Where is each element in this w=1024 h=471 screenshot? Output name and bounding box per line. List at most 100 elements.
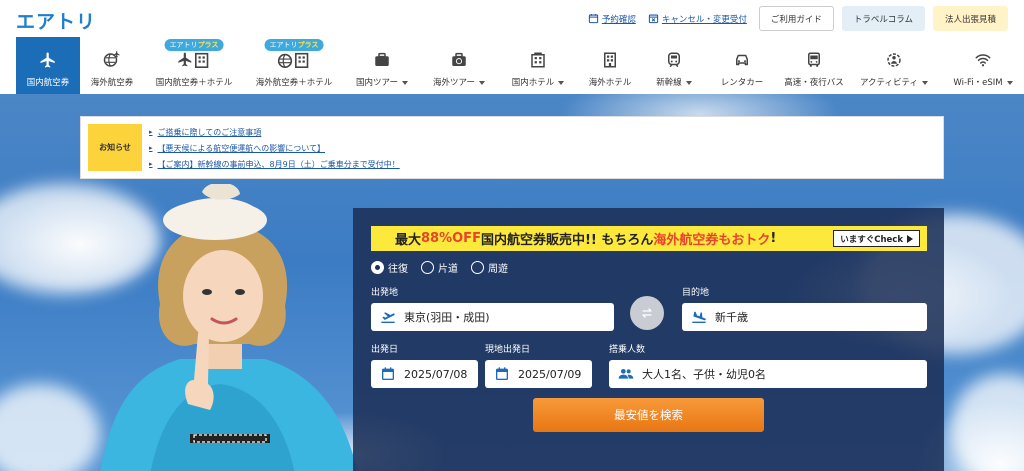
swap-airports-button[interactable] (630, 296, 664, 330)
origin-field[interactable]: 東京(羽田・成田) (371, 303, 614, 331)
suitcase-globe-icon (448, 51, 470, 69)
departure-plane-icon (381, 312, 395, 323)
radio-label: 片道 (438, 264, 458, 275)
nav-domestic-flight-hotel[interactable]: エアトリプラス 国内航空券＋ホテル (144, 37, 244, 94)
nav-label: 新幹線 (656, 76, 692, 88)
airtrip-plus-badge: エアトリプラス (164, 39, 224, 51)
chevron-down-icon (479, 80, 485, 85)
globe-plane-icon (101, 51, 123, 69)
hotel-icon (527, 51, 549, 69)
search-cheapest-button[interactable]: 最安値を検索 (533, 398, 764, 432)
site-logo[interactable]: エアトリ (16, 7, 96, 34)
nav-domestic-tours[interactable]: 国内ツアー (344, 37, 420, 94)
nav-shinkansen[interactable]: 新幹線 (642, 37, 706, 94)
check-now-button[interactable]: いますぐCheck (833, 230, 920, 247)
bus-icon (803, 51, 825, 69)
nav-intl-tours[interactable]: 海外ツアー (420, 37, 498, 94)
nav-domestic-flights[interactable]: 国内航空券 (16, 37, 80, 94)
promo-banner[interactable]: 最大 88%OFF 国内航空券販売中!! もちろん 海外航空券もおトク! いますぐC… (371, 226, 927, 251)
activity-icon (883, 51, 905, 69)
chevron-down-icon (402, 80, 408, 85)
notice-item[interactable]: ▸ 【悪天候による航空便運航への影響について】 (149, 140, 400, 156)
cancel-change-label: キャンセル・変更受付 (661, 14, 747, 25)
destination-label: 目的地 (682, 288, 710, 298)
nav-intl-flight-hotel[interactable]: エアトリプラス 海外航空券＋ホテル (244, 37, 344, 94)
passengers-field[interactable]: 大人1名、子供・幼児0名 (609, 360, 927, 388)
promo-text: 最大 (395, 233, 422, 248)
calendar-icon (496, 367, 508, 380)
destination-field[interactable]: 新千歳 (682, 303, 927, 331)
hero-section: お知らせ ▸ ご搭乗に際してのご注意事項 ▸ 【悪天候による航空便運航への影響につい… (0, 94, 1024, 471)
notice-list: ▸ ご搭乗に際してのご注意事項 ▸ 【悪天候による航空便運航への影響について】 ▸ 【… (149, 124, 400, 172)
cloud-decoration (950, 374, 1024, 471)
arrival-plane-icon (692, 311, 706, 323)
trip-type-oneway[interactable]: 片道 (421, 260, 458, 275)
plane-icon (37, 51, 59, 69)
passengers-value: 大人1名、子供・幼児0名 (642, 368, 766, 381)
travel-column-button[interactable]: トラベルコラム (841, 6, 925, 31)
chevron-right-icon: ▸ (149, 128, 153, 136)
suitcase-icon (371, 51, 393, 69)
chevron-right-icon: ▸ (149, 160, 153, 168)
passengers-label: 搭乗人数 (609, 345, 646, 355)
trip-type-round[interactable]: 往復 (371, 260, 408, 275)
promo-highlight: 88%OFF (421, 231, 481, 246)
building-icon (599, 51, 621, 69)
nav-label: 国内航空券＋ホテル (155, 78, 233, 88)
nav-label: アクティビティ (860, 76, 929, 88)
main-nav: 国内航空券 海外航空券 エアトリプラス 国内航空券＋ホテル エアトリプラス 海外… (16, 37, 1013, 94)
chevron-down-icon (685, 80, 692, 85)
promo-highlight: 海外航空券もおトク (653, 233, 771, 248)
notice-text: 【悪天候による航空便運航への影響について】 (157, 143, 326, 153)
depart-date-label: 出発日 (371, 345, 399, 355)
nav-label: レンタカー (720, 78, 764, 88)
nav-label: 国内ツアー (356, 76, 408, 88)
notice-item[interactable]: ▸ 【ご案内】新幹線の事前申込、8月9日（土）ご乗車分まで受付中！ (149, 156, 400, 172)
nav-intl-hotels[interactable]: 海外ホテル (578, 37, 642, 94)
return-date-field[interactable]: 2025/07/09 (485, 360, 592, 388)
airtrip-plus-badge: エアトリプラス (264, 39, 324, 51)
cloud-decoration (0, 384, 100, 471)
calendar-icon (588, 14, 598, 24)
reservation-check-link[interactable]: 予約確認 (588, 13, 636, 25)
notice-text: ご搭乗に際してのご注意事項 (157, 127, 262, 137)
car-icon (731, 51, 753, 69)
chevron-right-icon: ▸ (149, 144, 153, 152)
corporate-quote-button[interactable]: 法人出張見積 (932, 6, 1008, 31)
nav-wifi-esim[interactable]: Wi-Fi・eSIM (938, 37, 1024, 94)
radio-label: 往復 (388, 264, 408, 275)
chevron-down-icon (558, 80, 565, 85)
top-bar: エアトリ 予約確認 キャンセル・変更受付 ご利用ガイド トラベルコラム 法人出張… (0, 0, 1024, 36)
trip-type-group: 往復 片道 周遊 (371, 260, 508, 275)
nav-label: 国内航空券 (26, 78, 70, 88)
radio-label: 周遊 (488, 264, 508, 275)
chevron-down-icon (922, 80, 929, 85)
nav-intl-flights[interactable]: 海外航空券 (80, 37, 144, 94)
cancel-change-link[interactable]: キャンセル・変更受付 (648, 13, 747, 25)
nav-domestic-hotels[interactable]: 国内ホテル (498, 37, 578, 94)
nav-highway-bus[interactable]: 高速・夜行バス (778, 37, 850, 94)
usage-guide-button[interactable]: ご利用ガイド (758, 6, 834, 31)
notice-label: お知らせ (88, 124, 142, 171)
radio-unchecked-icon (471, 261, 484, 274)
return-date-label: 現地出発日 (485, 345, 531, 355)
people-icon (618, 369, 634, 379)
nav-label: 高速・夜行バス (784, 78, 844, 88)
destination-value: 新千歳 (715, 311, 748, 324)
wifi-icon (972, 51, 994, 69)
radio-unchecked-icon (421, 261, 434, 274)
notice-item[interactable]: ▸ ご搭乗に際してのご注意事項 (149, 124, 400, 140)
nav-rental-car[interactable]: レンタカー (706, 37, 778, 94)
nav-label: 国内ホテル (512, 76, 565, 88)
radio-checked-icon (371, 261, 384, 274)
notice-box: お知らせ ▸ ご搭乗に際してのご注意事項 ▸ 【悪天候による航空便運航への影響につい… (80, 116, 944, 179)
nav-activities[interactable]: アクティビティ (850, 37, 938, 94)
depart-date-field[interactable]: 2025/07/08 (371, 360, 478, 388)
promo-text: ! (770, 231, 777, 246)
origin-value: 東京(羽田・成田) (404, 311, 490, 324)
swap-arrows-icon (642, 308, 652, 318)
nav-label: 海外ツアー (433, 76, 485, 88)
nav-label: 海外航空券 (90, 78, 134, 88)
trip-type-multi[interactable]: 周遊 (471, 260, 508, 275)
mascot-illustration (100, 184, 358, 471)
